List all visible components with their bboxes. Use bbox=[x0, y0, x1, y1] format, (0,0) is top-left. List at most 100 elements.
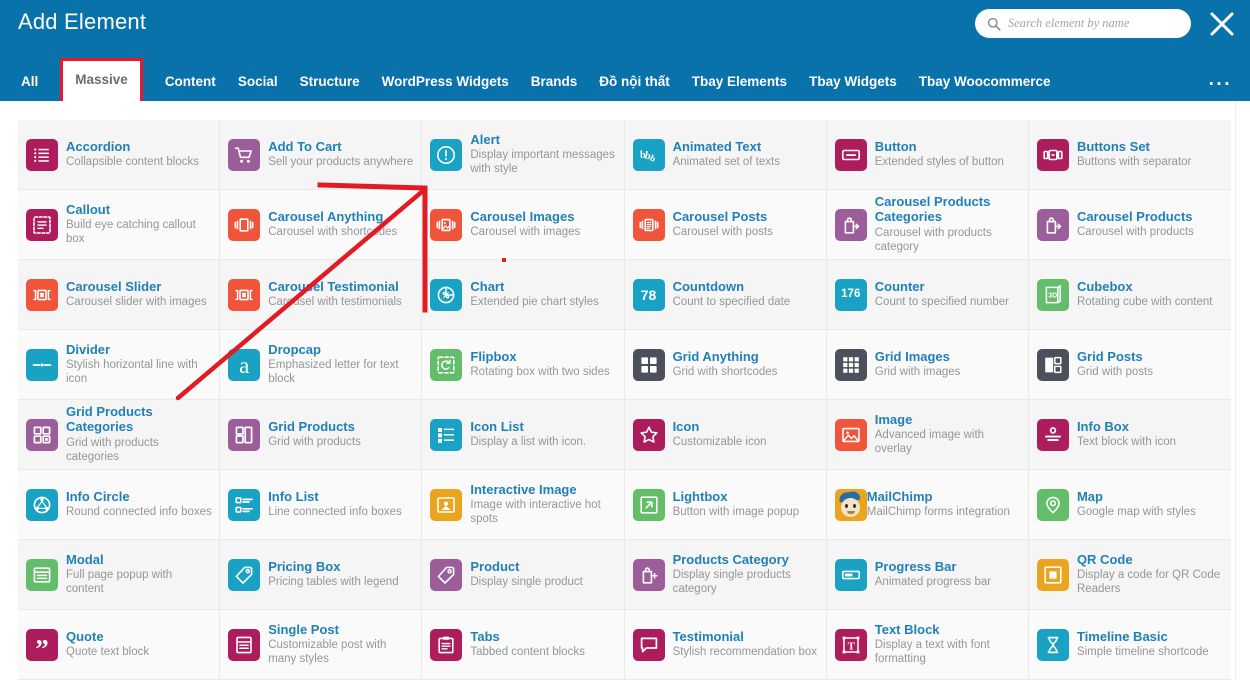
element-card-text: Countdown Count to specified date bbox=[672, 278, 819, 310]
hourglass-icon bbox=[1036, 628, 1069, 661]
element-title: Grid Products Categories bbox=[66, 404, 153, 434]
element-card[interactable]: Grid Posts Grid with posts bbox=[1028, 330, 1232, 400]
grid-products-icon bbox=[228, 418, 261, 451]
element-card[interactable]: Grid Images Grid with images bbox=[826, 330, 1029, 400]
element-card-text: Carousel Slider Carousel slider with imag… bbox=[66, 279, 212, 310]
element-description: Count to specified number bbox=[874, 296, 1009, 309]
element-card[interactable]: Tabs Tabbed content blocks bbox=[422, 610, 625, 680]
search-input[interactable] bbox=[1008, 16, 1178, 31]
element-card[interactable]: Products Category Display single products… bbox=[624, 540, 827, 610]
element-description: Pricing tables with legend bbox=[268, 576, 399, 589]
element-title: Interactive Image bbox=[470, 481, 577, 497]
element-card[interactable]: T Text Block Display a text with font form… bbox=[826, 610, 1029, 680]
element-card-text: Counter Count to specified number bbox=[874, 279, 1021, 310]
element-card-text: Accordion Collapsible content blocks bbox=[66, 139, 212, 170]
tab-tbay-elements[interactable]: Tbay Elements bbox=[692, 74, 787, 102]
element-description: Grid with products categories bbox=[66, 436, 159, 463]
element-card[interactable]: Single Post Customizable post with many s… bbox=[220, 610, 423, 680]
elements-panel: Accordion Collapsible content blocks Add T… bbox=[0, 101, 1250, 680]
element-card[interactable]: Carousel Anything Carousel with shortcode… bbox=[220, 190, 423, 260]
element-card-text: Timeline Basic Simple timeline shortcode bbox=[1076, 628, 1224, 660]
element-card[interactable]: MailChimp MailChimp forms integration bbox=[826, 470, 1029, 540]
element-title: Countdown bbox=[672, 278, 745, 294]
tab-all[interactable]: All bbox=[21, 74, 38, 102]
vertical-scrollbar[interactable] bbox=[1235, 101, 1250, 680]
element-card-text: Pricing Box Pricing tables with legend bbox=[268, 559, 414, 590]
element-card[interactable]: Carousel Images Carousel with images bbox=[422, 190, 625, 260]
element-card[interactable]: Info List Line connected info boxes bbox=[220, 470, 423, 540]
tab-tbay-woocommerce[interactable]: Tbay Woocommerce bbox=[919, 74, 1051, 102]
element-card[interactable]: Pricing Box Pricing tables with legend bbox=[220, 540, 423, 610]
mailchimp-monkey-icon bbox=[834, 488, 867, 521]
element-card[interactable]: Flipbox Rotating box with two sides bbox=[422, 330, 625, 400]
element-card[interactable]: Product Display single product bbox=[422, 540, 625, 610]
element-card[interactable]: Icon Customizable icon bbox=[624, 400, 827, 470]
element-card[interactable]: a Dropcap Emphasized letter for text block bbox=[220, 330, 423, 400]
element-card[interactable]: Button Extended styles of button bbox=[826, 120, 1029, 190]
element-card[interactable]: Timeline Basic Simple timeline shortcode bbox=[1028, 610, 1232, 680]
element-card[interactable]: Alert Display important messages with sty… bbox=[422, 120, 625, 190]
element-card[interactable]: b b b Animated Text Animated set of texts bbox=[624, 120, 827, 190]
element-title: Timeline Basic bbox=[1076, 628, 1168, 644]
tab-structure[interactable]: Structure bbox=[300, 74, 360, 102]
element-description: Buttons with separator bbox=[1076, 156, 1192, 169]
element-card[interactable]: Map Google map with styles bbox=[1028, 470, 1232, 540]
close-button[interactable] bbox=[1208, 10, 1236, 38]
element-card[interactable]: Grid Products Categories Grid with produc… bbox=[18, 400, 221, 470]
element-card[interactable]: Info Circle Round connected info boxes bbox=[18, 470, 221, 540]
element-card-text: Grid Images Grid with images bbox=[875, 349, 1021, 380]
element-card[interactable]: Testimonial Stylish recommendation box bbox=[624, 610, 827, 680]
element-card[interactable]: 3D Cubebox Rotating cube with content bbox=[1028, 260, 1232, 330]
element-card[interactable]: Image Advanced image with overlay bbox=[826, 400, 1029, 470]
element-card[interactable]: 78 Countdown Count to specified date bbox=[624, 260, 827, 330]
element-card[interactable]: Divider Stylish horizontal line with icon bbox=[18, 330, 221, 400]
element-title: Map bbox=[1076, 488, 1103, 504]
element-description: Carousel with testimonials bbox=[268, 296, 402, 309]
element-card[interactable]: Progress Bar Animated progress bar bbox=[826, 540, 1029, 610]
element-card[interactable]: ” Quote Quote text block bbox=[18, 610, 221, 680]
element-card-text: Carousel Products Carousel with products bbox=[1077, 209, 1224, 240]
search-box[interactable] bbox=[975, 9, 1191, 38]
element-title: Image bbox=[874, 411, 913, 427]
tab-brands[interactable]: Brands bbox=[531, 74, 578, 102]
element-card[interactable]: Modal Full page popup with content bbox=[18, 540, 221, 610]
element-title: Progress Bar bbox=[874, 558, 957, 574]
element-description: Carousel with products category bbox=[874, 226, 992, 253]
element-card[interactable]: Carousel Posts Carousel with posts bbox=[624, 190, 827, 260]
close-icon bbox=[1210, 12, 1234, 36]
element-card[interactable]: Info Box Text block with icon bbox=[1028, 400, 1232, 470]
element-card[interactable]: Buttons Set Buttons with separator bbox=[1028, 120, 1232, 190]
element-card[interactable]: Icon List Display a list with icon. bbox=[422, 400, 625, 470]
element-card[interactable]: Carousel Testimonial Carousel with testim… bbox=[220, 260, 423, 330]
element-description: Carousel with posts bbox=[672, 226, 773, 239]
single-post-icon bbox=[228, 628, 261, 661]
element-card[interactable]: Carousel Slider Carousel slider with imag… bbox=[18, 260, 221, 330]
element-card-text: Callout Build eye catching callout box bbox=[66, 202, 212, 247]
tab-tbay-widgets[interactable]: Tbay Widgets bbox=[809, 74, 897, 102]
element-title: Info Circle bbox=[66, 488, 130, 504]
element-card-text: Info Box Text block with icon bbox=[1076, 419, 1224, 450]
element-card[interactable]: Carousel Products Categories Carousel wit… bbox=[826, 190, 1029, 260]
scrollbar-thumb[interactable] bbox=[1238, 103, 1248, 403]
element-title: Info List bbox=[268, 488, 319, 504]
element-description: Text block with icon bbox=[1076, 436, 1177, 449]
tab-overflow-button[interactable]: ... bbox=[1209, 70, 1232, 101]
element-card[interactable]: Interactive Image Image with interactive … bbox=[422, 470, 625, 540]
element-card[interactable]: Lightbox Button with image popup bbox=[624, 470, 827, 540]
element-card[interactable]: Carousel Products Carousel with products bbox=[1028, 190, 1232, 260]
element-card[interactable]: 176 Counter Count to specified number bbox=[826, 260, 1029, 330]
element-card[interactable]: Grid Products Grid with products bbox=[220, 400, 423, 470]
tab-social[interactable]: Social bbox=[238, 74, 278, 102]
element-card[interactable]: QR Code Display a code for QR Code Reader… bbox=[1028, 540, 1232, 610]
element-card[interactable]: Chart Extended pie chart styles bbox=[422, 260, 625, 330]
element-title: Carousel Testimonial bbox=[268, 278, 399, 294]
tab-wordpress-widgets[interactable]: WordPress Widgets bbox=[382, 74, 509, 102]
tab-massive[interactable]: Massive bbox=[60, 58, 143, 101]
element-card[interactable]: Accordion Collapsible content blocks bbox=[18, 120, 221, 190]
tab-content[interactable]: Content bbox=[165, 74, 216, 102]
tab-n-i-th-t[interactable]: Đồ nội thất bbox=[599, 74, 670, 102]
element-card[interactable]: Grid Anything Grid with shortcodes bbox=[624, 330, 827, 400]
element-card[interactable]: Callout Build eye catching callout box bbox=[18, 190, 221, 260]
element-card[interactable]: Add To Cart Sell your products anywhere bbox=[220, 120, 423, 190]
element-description: Display a text with font formatting bbox=[874, 639, 990, 666]
